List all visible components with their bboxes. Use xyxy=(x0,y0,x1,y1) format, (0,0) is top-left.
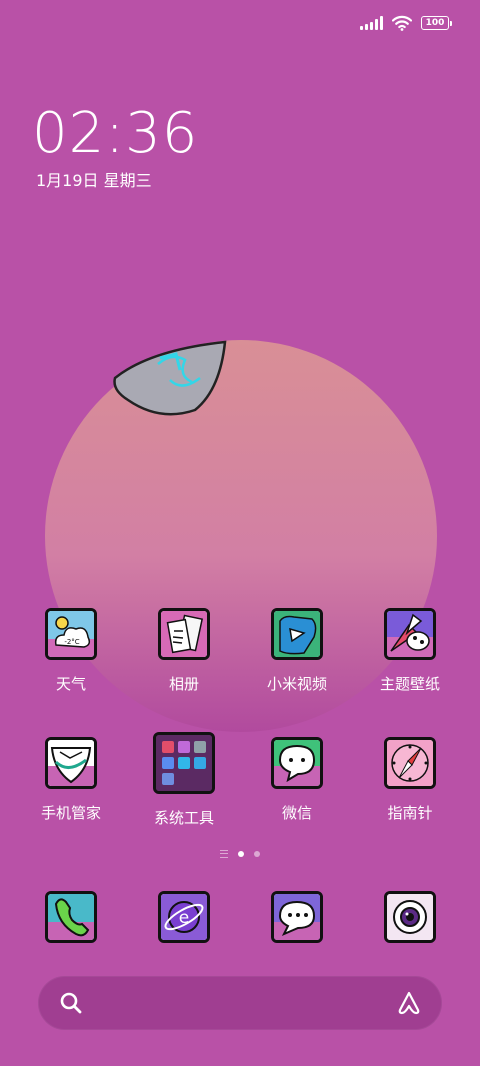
app-label: 天气 xyxy=(55,675,86,693)
tools-folder-icon xyxy=(153,732,215,794)
app-gallery[interactable]: 相册 xyxy=(129,608,239,694)
app-label: 指南针 xyxy=(387,804,433,822)
battery-level: 100 xyxy=(425,17,445,28)
app-system-tools-folder[interactable]: 系统工具 xyxy=(129,732,239,828)
svg-text:e: e xyxy=(179,908,189,928)
browser-icon: e xyxy=(158,891,210,943)
battery-icon: 100 xyxy=(421,16,452,30)
phone-icon xyxy=(45,891,97,943)
dock-phone[interactable] xyxy=(16,891,126,943)
app-label: 手机管家 xyxy=(40,804,101,822)
app-security[interactable]: 手机管家 xyxy=(16,737,126,823)
assistant-icon[interactable] xyxy=(396,990,422,1016)
app-label: 微信 xyxy=(281,804,312,822)
page-dot-active[interactable] xyxy=(238,851,244,857)
messages-icon xyxy=(271,891,323,943)
app-label: 小米视频 xyxy=(266,675,327,693)
app-label: 主题壁纸 xyxy=(379,675,440,693)
app-wechat[interactable]: 微信 xyxy=(242,737,352,823)
signal-icon xyxy=(360,16,383,30)
app-label: 系统工具 xyxy=(153,809,214,827)
svg-text:-2°C: -2°C xyxy=(64,638,79,646)
dock-browser[interactable]: e xyxy=(129,891,239,943)
clock[interactable]: 02:36 xyxy=(32,102,198,166)
mi-video-icon xyxy=(271,608,323,660)
page-indicator[interactable] xyxy=(0,850,480,858)
gallery-icon xyxy=(158,608,210,660)
compass-icon xyxy=(384,737,436,789)
page-dot[interactable] xyxy=(254,851,260,857)
dock-camera[interactable] xyxy=(355,891,465,943)
status-bar: 100 xyxy=(360,10,452,36)
app-label: 相册 xyxy=(168,675,199,693)
search-bar[interactable] xyxy=(38,976,442,1030)
date[interactable]: 1月19日 星期三 xyxy=(36,170,152,192)
weather-icon: -2°C xyxy=(45,608,97,660)
app-mi-video[interactable]: 小米视频 xyxy=(242,608,352,694)
app-compass[interactable]: 指南针 xyxy=(355,737,465,823)
wifi-icon xyxy=(392,15,412,31)
app-themes[interactable]: 主题壁纸 xyxy=(355,608,465,694)
search-icon[interactable] xyxy=(58,990,84,1016)
page-list-icon[interactable] xyxy=(220,850,228,858)
app-weather[interactable]: -2°C 天气 xyxy=(16,608,126,694)
camera-icon xyxy=(384,891,436,943)
security-icon xyxy=(45,737,97,789)
wechat-icon xyxy=(271,737,323,789)
themes-icon xyxy=(384,608,436,660)
dock-messages[interactable] xyxy=(242,891,352,943)
